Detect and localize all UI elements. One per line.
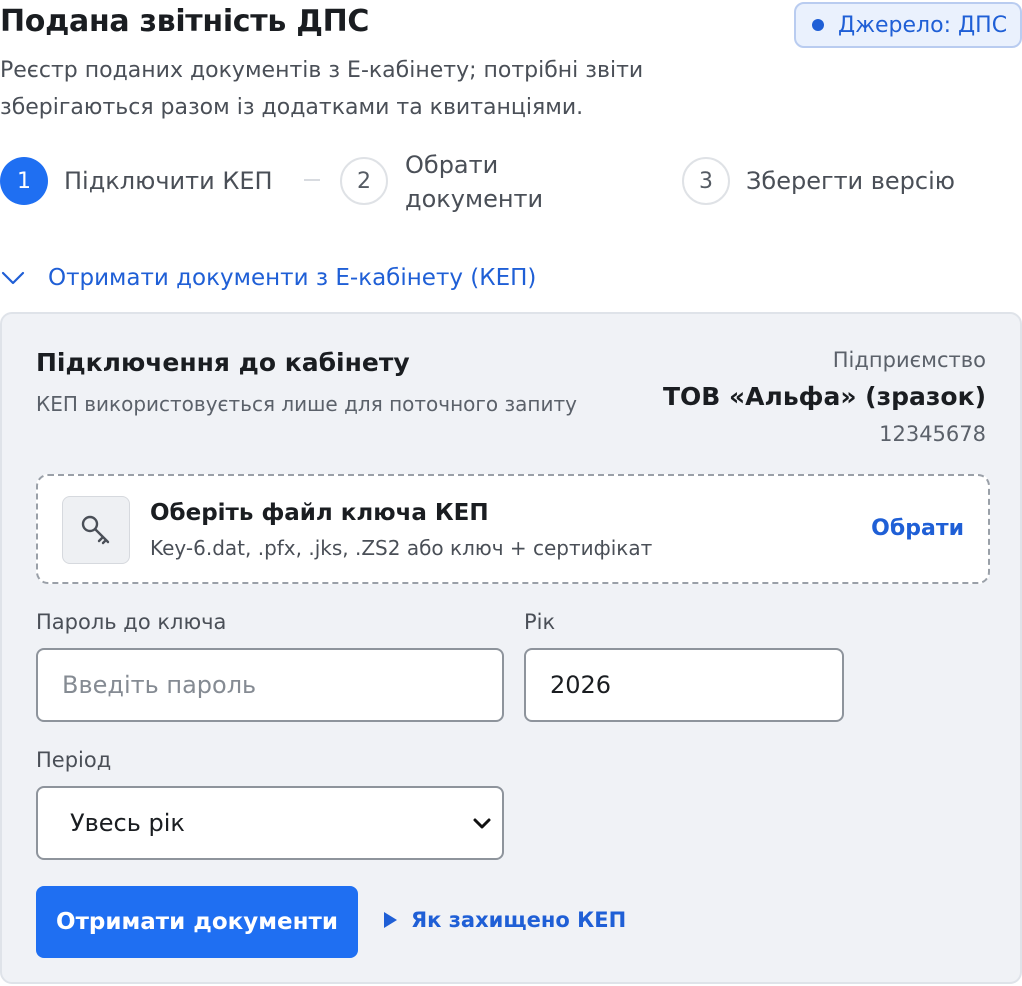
- chevron-down-icon: [473, 818, 491, 829]
- step-1-label: Підключити КЕП: [64, 167, 273, 195]
- kep-security-link[interactable]: Як захищено КЕП: [384, 908, 626, 932]
- period-select-value: Увесь рік: [70, 809, 185, 837]
- key-icon-box: [62, 496, 130, 564]
- stepper: 1 Підключити КЕП 2 Обрати документи 3 Зб…: [0, 150, 1022, 220]
- step-3-label: Зберегти версію: [746, 167, 955, 195]
- enterprise-code: 12345678: [879, 422, 986, 446]
- step-3-circle: 3: [682, 157, 730, 205]
- kep-security-label: Як захищено КЕП: [411, 908, 627, 932]
- enterprise-name: ТОВ «Альфа» (зразок): [662, 382, 986, 411]
- year-input[interactable]: [524, 648, 844, 722]
- connection-title: Підключення до кабінету: [36, 348, 410, 377]
- step-1-circle: 1: [0, 157, 48, 205]
- source-badge-label: Джерело: ДПС: [838, 12, 1008, 38]
- accordion-toggle[interactable]: Отримати документи з Е-кабінету (КЕП): [0, 258, 536, 298]
- status-dot-icon: [812, 19, 824, 31]
- step-2-label: Обрати документи: [405, 151, 544, 213]
- year-label: Рік: [524, 610, 556, 634]
- password-label: Пароль до ключа: [36, 610, 227, 634]
- period-label: Період: [36, 748, 112, 772]
- password-input[interactable]: [36, 648, 504, 722]
- period-select[interactable]: Увесь рік: [36, 786, 504, 860]
- fetch-documents-button[interactable]: Отримати документи: [36, 886, 358, 958]
- step-separator: [304, 179, 320, 181]
- key-file-formats: Key-6.dat, .pfx, .jks, .ZS2 або ключ + с…: [150, 536, 653, 560]
- accordion-label: Отримати документи з Е-кабінету (КЕП): [48, 265, 537, 291]
- source-badge: Джерело: ДПС: [794, 2, 1022, 48]
- choose-file-button[interactable]: Обрати: [871, 516, 964, 541]
- page-description: Реєстр поданих документів з Е-кабінету; …: [0, 58, 644, 120]
- chevron-down-icon: [1, 271, 25, 285]
- connection-subtitle: КЕП використовується лише для поточного …: [36, 392, 577, 416]
- disclosure-triangle-icon: [384, 912, 397, 928]
- key-icon: [81, 515, 110, 545]
- key-file-dropzone[interactable]: Оберіть файл ключа КЕП Key-6.dat, .pfx, …: [36, 474, 990, 584]
- connection-panel: Підключення до кабінету КЕП використовує…: [0, 312, 1022, 984]
- key-file-title: Оберіть файл ключа КЕП: [150, 500, 489, 526]
- step-2-circle: 2: [340, 157, 388, 205]
- page-title: Подана звітність ДПС: [0, 4, 370, 39]
- enterprise-label: Підприємство: [832, 348, 986, 372]
